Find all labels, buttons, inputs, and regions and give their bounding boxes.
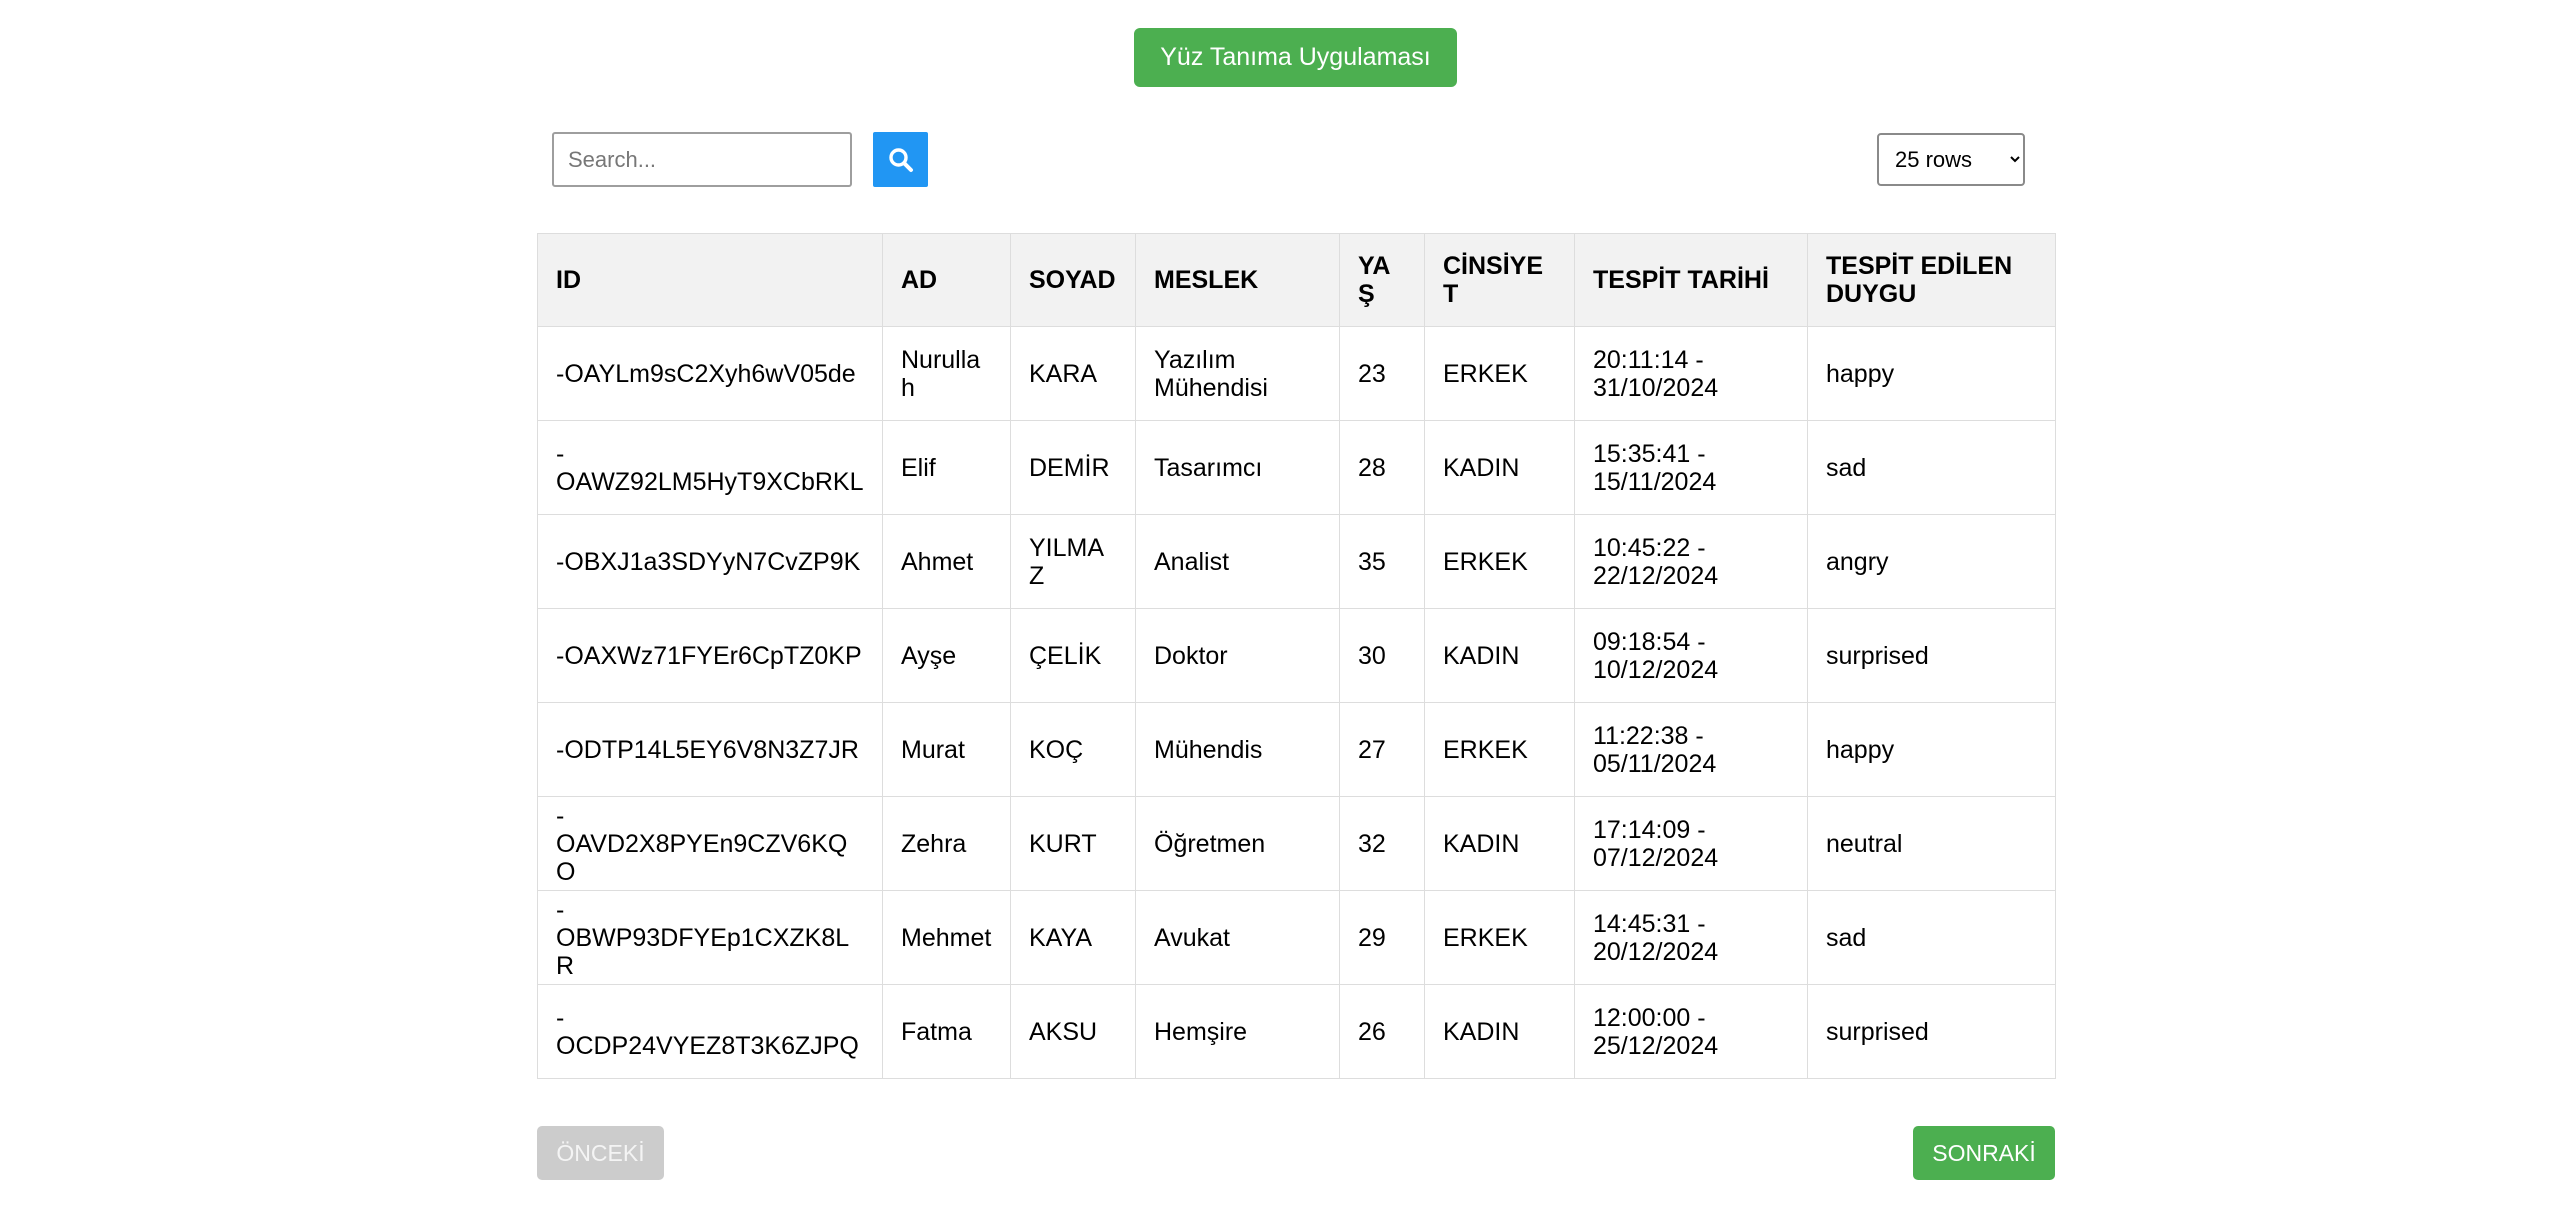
- table-row: -OBWP93DFYEp1CXZK8LR Mehmet KAYA Avukat 29 ER…: [537, 890, 2056, 985]
- cell-yas: 29: [1339, 890, 1425, 985]
- page: Yüz Tanıma Uygulaması 25 rows IDADSOYADM…: [0, 0, 2559, 1231]
- table-row: -OCDP24VYEZ8T3K6ZJPQ Fatma AKSU Hemşire 26 KA…: [537, 984, 2056, 1079]
- cell-cinsiyet: KADIN: [1424, 796, 1575, 891]
- cell-meslek: Analist: [1135, 514, 1340, 609]
- cell-soyad: KAYA: [1010, 890, 1136, 985]
- cell-ad: Elif: [882, 420, 1011, 515]
- cell-yas: 27: [1339, 702, 1425, 797]
- table-row: -OBXJ1a3SDYyN7CvZP9K Ahmet YILMAZ Analist 35…: [537, 514, 2056, 609]
- cell-ad: Mehmet: [882, 890, 1011, 985]
- cell-soyad: DEMİR: [1010, 420, 1136, 515]
- cell-tespit-tarihi: 09:18:54 - 10/12/2024: [1574, 608, 1808, 703]
- cell-meslek: Öğretmen: [1135, 796, 1340, 891]
- cell-ad: Fatma: [882, 984, 1011, 1079]
- cell-yas: 23: [1339, 326, 1425, 421]
- table-body: -OAYLm9sC2Xyh6wV05de Nurullah KARA Yazılım …: [537, 326, 2056, 1079]
- cell-ad: Zehra: [882, 796, 1011, 891]
- cell-cinsiyet: KADIN: [1424, 420, 1575, 515]
- cell-yas: 28: [1339, 420, 1425, 515]
- next-page-button[interactable]: SONRAKİ: [1913, 1126, 2055, 1180]
- cell-meslek: Mühendis: [1135, 702, 1340, 797]
- cell-soyad: YILMAZ: [1010, 514, 1136, 609]
- app-title-button[interactable]: Yüz Tanıma Uygulaması: [1134, 28, 1457, 87]
- cell-id: -OAXWz71FYEr6CpTZ0KP: [537, 608, 883, 703]
- cell-ad: Ayşe: [882, 608, 1011, 703]
- cell-ad: Ahmet: [882, 514, 1011, 609]
- table-row: -OAYLm9sC2Xyh6wV05de Nurullah KARA Yazılım …: [537, 326, 2056, 421]
- cell-cinsiyet: KADIN: [1424, 984, 1575, 1079]
- header-tespit-tarihi: TESPİT TARİHİ: [1574, 233, 1808, 327]
- cell-duygu: sad: [1807, 420, 2056, 515]
- cell-meslek: Tasarımcı: [1135, 420, 1340, 515]
- search-input[interactable]: [552, 132, 852, 187]
- cell-id: -OAVD2X8PYEn9CZV6KQO: [537, 796, 883, 891]
- cell-cinsiyet: ERKEK: [1424, 326, 1575, 421]
- cell-tespit-tarihi: 15:35:41 - 15/11/2024: [1574, 420, 1808, 515]
- cell-cinsiyet: ERKEK: [1424, 702, 1575, 797]
- table-row: -OAXWz71FYEr6CpTZ0KP Ayşe ÇELİK Doktor 30 KAD…: [537, 608, 2056, 703]
- search-button[interactable]: [873, 132, 928, 187]
- table-row: -OAVD2X8PYEn9CZV6KQO Zehra KURT Öğretmen 32 K…: [537, 796, 2056, 891]
- cell-tespit-tarihi: 12:00:00 - 25/12/2024: [1574, 984, 1808, 1079]
- previous-page-button[interactable]: ÖNCEKİ: [537, 1126, 664, 1180]
- header-cinsiyet: CİNSİYET: [1424, 233, 1575, 327]
- detections-table: ID AD SOYAD MESLEK YAŞ CİNSİYET TESPİT TARİHİ T…: [537, 233, 2056, 1079]
- cell-meslek: Doktor: [1135, 608, 1340, 703]
- search-icon: [888, 147, 914, 173]
- rows-per-page-select[interactable]: 25 rows: [1877, 133, 2025, 186]
- cell-tespit-tarihi: 11:22:38 - 05/11/2024: [1574, 702, 1808, 797]
- header-id: ID: [537, 233, 883, 327]
- cell-cinsiyet: KADIN: [1424, 608, 1575, 703]
- cell-tespit-tarihi: 20:11:14 - 31/10/2024: [1574, 326, 1808, 421]
- cell-soyad: KARA: [1010, 326, 1136, 421]
- cell-duygu: happy: [1807, 326, 2056, 421]
- cell-meslek: Hemşire: [1135, 984, 1340, 1079]
- header-soyad: SOYAD: [1010, 233, 1136, 327]
- cell-id: -OAYLm9sC2Xyh6wV05de: [537, 326, 883, 421]
- table-row: -OAWZ92LM5HyT9XCbRKL Elif DEMİR Tasarımcı 28…: [537, 420, 2056, 515]
- header-meslek: MESLEK: [1135, 233, 1340, 327]
- cell-id: -OBXJ1a3SDYyN7CvZP9K: [537, 514, 883, 609]
- cell-duygu: neutral: [1807, 796, 2056, 891]
- header-yas: YAŞ: [1339, 233, 1425, 327]
- cell-tespit-tarihi: 17:14:09 - 07/12/2024: [1574, 796, 1808, 891]
- cell-soyad: ÇELİK: [1010, 608, 1136, 703]
- cell-yas: 32: [1339, 796, 1425, 891]
- cell-ad: Nurullah: [882, 326, 1011, 421]
- cell-meslek: Yazılım Mühendisi: [1135, 326, 1340, 421]
- cell-yas: 30: [1339, 608, 1425, 703]
- header-tespit-edilen-duygu: TESPİT EDİLEN DUYGU: [1807, 233, 2056, 327]
- cell-cinsiyet: ERKEK: [1424, 890, 1575, 985]
- cell-yas: 26: [1339, 984, 1425, 1079]
- cell-duygu: happy: [1807, 702, 2056, 797]
- cell-id: -OBWP93DFYEp1CXZK8LR: [537, 890, 883, 985]
- cell-tespit-tarihi: 10:45:22 - 22/12/2024: [1574, 514, 1808, 609]
- cell-duygu: surprised: [1807, 984, 2056, 1079]
- header-ad: AD: [882, 233, 1011, 327]
- table-header-row: ID AD SOYAD MESLEK YAŞ CİNSİYET TESPİT TARİHİ T…: [537, 233, 2056, 327]
- cell-duygu: surprised: [1807, 608, 2056, 703]
- table-row: -ODTP14L5EY6V8N3Z7JR Murat KOÇ Mühendis 27 ER…: [537, 702, 2056, 797]
- cell-id: -ODTP14L5EY6V8N3Z7JR: [537, 702, 883, 797]
- cell-soyad: KOÇ: [1010, 702, 1136, 797]
- cell-id: -OCDP24VYEZ8T3K6ZJPQ: [537, 984, 883, 1079]
- cell-duygu: sad: [1807, 890, 2056, 985]
- cell-duygu: angry: [1807, 514, 2056, 609]
- cell-meslek: Avukat: [1135, 890, 1340, 985]
- cell-soyad: AKSU: [1010, 984, 1136, 1079]
- cell-tespit-tarihi: 14:45:31 - 20/12/2024: [1574, 890, 1808, 985]
- cell-ad: Murat: [882, 702, 1011, 797]
- cell-yas: 35: [1339, 514, 1425, 609]
- cell-cinsiyet: ERKEK: [1424, 514, 1575, 609]
- cell-soyad: KURT: [1010, 796, 1136, 891]
- cell-id: -OAWZ92LM5HyT9XCbRKL: [537, 420, 883, 515]
